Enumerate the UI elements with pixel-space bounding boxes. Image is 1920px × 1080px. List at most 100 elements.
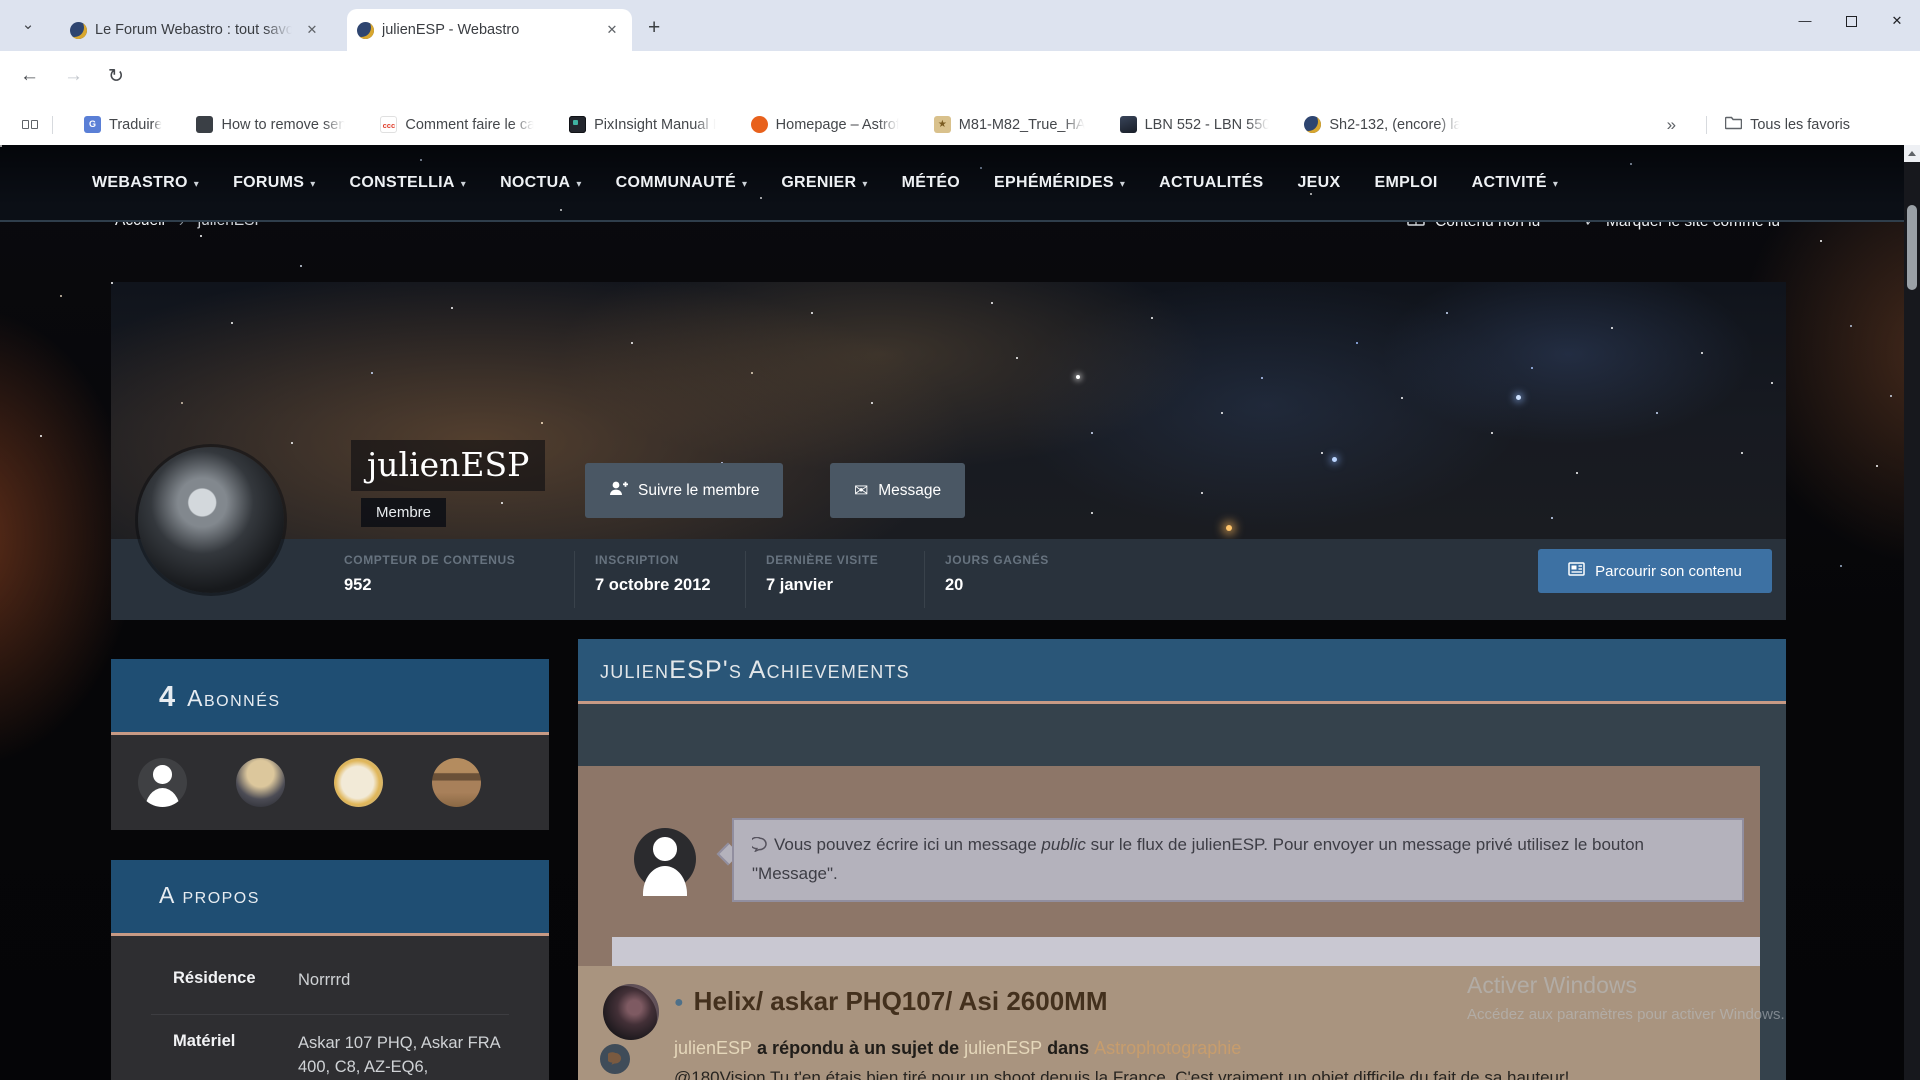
bookmark-how-to-remove[interactable]: How to remove sen — [196, 116, 346, 133]
bright-star — [1076, 375, 1080, 379]
flame-icon — [750, 116, 768, 133]
author-link[interactable]: julienESP — [964, 1038, 1042, 1058]
ccc-icon: ccc — [380, 116, 398, 133]
site-navbar: WEBASTRO ▾ FORUMS ▾ CONSTELLIA ▾ NOCTUA ▾ CO… — [0, 145, 1920, 222]
nav-communaute[interactable]: COMMUNAUTÉ ▾ — [616, 174, 748, 192]
message-button[interactable]: ✉ Message — [830, 463, 966, 518]
maximize-icon — [1845, 16, 1857, 28]
nav-ephemerides[interactable]: EPHÉMÉRIDES ▾ — [994, 174, 1125, 192]
bookmark-homepage-astrof[interactable]: Homepage – Astrof — [750, 116, 900, 133]
page-scrollbar[interactable] — [1904, 145, 1920, 1080]
scrollbar-up-arrow[interactable] — [1904, 145, 1920, 162]
achievements-header: julienESP's Achievements — [578, 639, 1786, 704]
window-minimize-button[interactable]: — — [1782, 0, 1828, 42]
about-row-materiel: Matériel Askar 107 PHQ, Askar FRA 400, C… — [173, 1032, 500, 1076]
bookmark-m81-m82[interactable]: ★ M81-M82_True_HA — [933, 116, 1086, 133]
chevron-down-icon: ▾ — [862, 178, 868, 190]
nav-activite[interactable]: ACTIVITÉ ▾ — [1472, 174, 1559, 192]
status-composer-input[interactable]: Vous pouvez écrire ici un message public… — [732, 818, 1744, 902]
follower-avatar[interactable] — [334, 758, 383, 807]
achievements-feed: Vous pouvez écrire ici un message public… — [578, 704, 1786, 1080]
chevron-down-icon: ▾ — [310, 178, 316, 190]
reply-badge — [598, 1042, 632, 1076]
back-button[interactable]: ← — [20, 65, 39, 87]
stat-days-won: JOURS GAGNÉS 20 — [945, 553, 1049, 594]
nav-constellia[interactable]: CONSTELLIA ▾ — [350, 174, 467, 192]
nav-meteo[interactable]: MÉTÉO — [902, 174, 960, 192]
bookmark-sh2-132[interactable]: Sh2-132, (encore) la — [1304, 116, 1461, 133]
follower-avatar[interactable] — [236, 758, 285, 807]
followers-count: 4 — [159, 681, 176, 713]
post-title-link[interactable]: ● Helix/ askar PHQ107/ Asi 2600MM — [674, 986, 1108, 1017]
cover-stars — [111, 282, 113, 284]
chevron-down-icon: ▾ — [576, 178, 582, 190]
person-plus-icon — [609, 480, 628, 501]
scrollbar-thumb[interactable] — [1907, 205, 1917, 290]
webastro-page: Accueil › julienESP Contenu non lu ✓ Mar… — [0, 145, 1920, 1080]
browse-content-button[interactable]: Parcourir son contenu — [1538, 549, 1772, 593]
bookmarks-overflow-chevron[interactable]: » — [1667, 115, 1676, 135]
profile-username: julienESP — [351, 440, 546, 491]
tab-title: Le Forum Webastro : tout savoi — [95, 22, 294, 38]
tab-search-button[interactable]: ⌄ — [14, 13, 42, 39]
folder-icon — [1724, 115, 1743, 135]
all-favorites-button[interactable]: Tous les favoris — [1724, 115, 1850, 135]
follower-avatar[interactable] — [432, 758, 481, 807]
nav-forums[interactable]: FORUMS ▾ — [233, 174, 315, 192]
stat-joined: INSCRIPTION 7 octobre 2012 — [595, 553, 711, 594]
status-feed-card: Vous pouvez écrire ici un message public… — [578, 766, 1760, 1080]
follower-avatar[interactable] — [138, 758, 187, 807]
window-close-button[interactable]: ✕ — [1874, 0, 1920, 42]
browser-toolbar: ← → ↻ webastro.net/profile/118743-julien… — [0, 51, 1920, 147]
tab-close-icon[interactable]: ✕ — [602, 20, 622, 40]
chevron-down-icon: ▾ — [1552, 178, 1559, 190]
chevron-down-icon: ▾ — [1119, 178, 1126, 190]
author-link[interactable]: julienESP — [674, 1038, 752, 1058]
category-link[interactable]: Astrophotographie — [1094, 1038, 1241, 1058]
bookmarks-bar: G Traduire How to remove sen ccc Comment… — [0, 104, 1920, 145]
tab-julienesp-profile[interactable]: julienESP - Webastro ✕ — [347, 9, 632, 51]
apps-grid-icon[interactable] — [22, 120, 38, 129]
cube-icon — [196, 116, 214, 133]
followers-card: 4 Abonnés — [111, 659, 549, 830]
screen: ⌄ Le Forum Webastro : tout savoi ✕ julie… — [0, 0, 1920, 1080]
navbar-stars — [0, 145, 2, 147]
nav-grenier[interactable]: GRENIER ▾ — [781, 174, 867, 192]
about-row-residence: Résidence Norrrrd — [173, 969, 351, 989]
window-maximize-button[interactable] — [1828, 0, 1874, 42]
tab-close-icon[interactable]: ✕ — [302, 20, 322, 40]
bookmark-traduire[interactable]: G Traduire — [84, 116, 162, 133]
tab-forum-webastro[interactable]: Le Forum Webastro : tout savoi ✕ — [60, 9, 332, 51]
nav-actualites[interactable]: ACTUALITÉS — [1159, 174, 1263, 192]
followers-title: Abonnés — [187, 685, 281, 711]
bookmark-lbn-552[interactable]: LBN 552 - LBN 550 — [1119, 116, 1270, 133]
stat-content-count: COMPTEUR DE CONTENUS 952 — [344, 553, 516, 594]
nav-emploi[interactable]: EMPLOI — [1374, 174, 1437, 192]
unread-dot-icon: ● — [674, 994, 684, 1011]
about-title: A propos — [159, 882, 260, 908]
translate-icon: G — [84, 116, 101, 133]
envelope-icon: ✉ — [854, 480, 869, 500]
pixinsight-icon — [569, 116, 587, 133]
post-byline: julienESP a répondu à un sujet de julien… — [674, 1038, 1242, 1058]
activity-post: ● Helix/ askar PHQ107/ Asi 2600MM julienE… — [578, 966, 1760, 1080]
forward-button[interactable]: → — [64, 65, 83, 87]
nav-noctua[interactable]: NOCTUA ▾ — [500, 174, 582, 192]
profile-stats-bar: COMPTEUR DE CONTENUS 952 INSCRIPTION 7 oct… — [111, 539, 1786, 620]
member-badge: Membre — [361, 498, 447, 527]
reload-button[interactable]: ↻ — [108, 65, 124, 88]
new-tab-button[interactable]: + — [648, 16, 660, 40]
profile-avatar[interactable] — [138, 447, 284, 593]
follow-member-button[interactable]: Suivre le membre — [585, 463, 784, 518]
bookmark-pixinsight[interactable]: PixInsight Manual I — [569, 116, 717, 133]
post-author-avatar[interactable] — [603, 984, 659, 1040]
bookmark-comment-faire[interactable]: ccc Comment faire le ca — [380, 116, 535, 133]
tab-title: julienESP - Webastro — [382, 22, 520, 38]
followers-header: 4 Abonnés — [111, 659, 549, 735]
bright-star — [1226, 525, 1232, 531]
nav-webastro[interactable]: WEBASTRO ▾ — [92, 174, 199, 192]
star-image-icon: ★ — [933, 116, 951, 133]
chevron-down-icon: ▾ — [741, 178, 748, 190]
divider — [745, 551, 746, 608]
nav-jeux[interactable]: JEUX — [1297, 174, 1340, 192]
